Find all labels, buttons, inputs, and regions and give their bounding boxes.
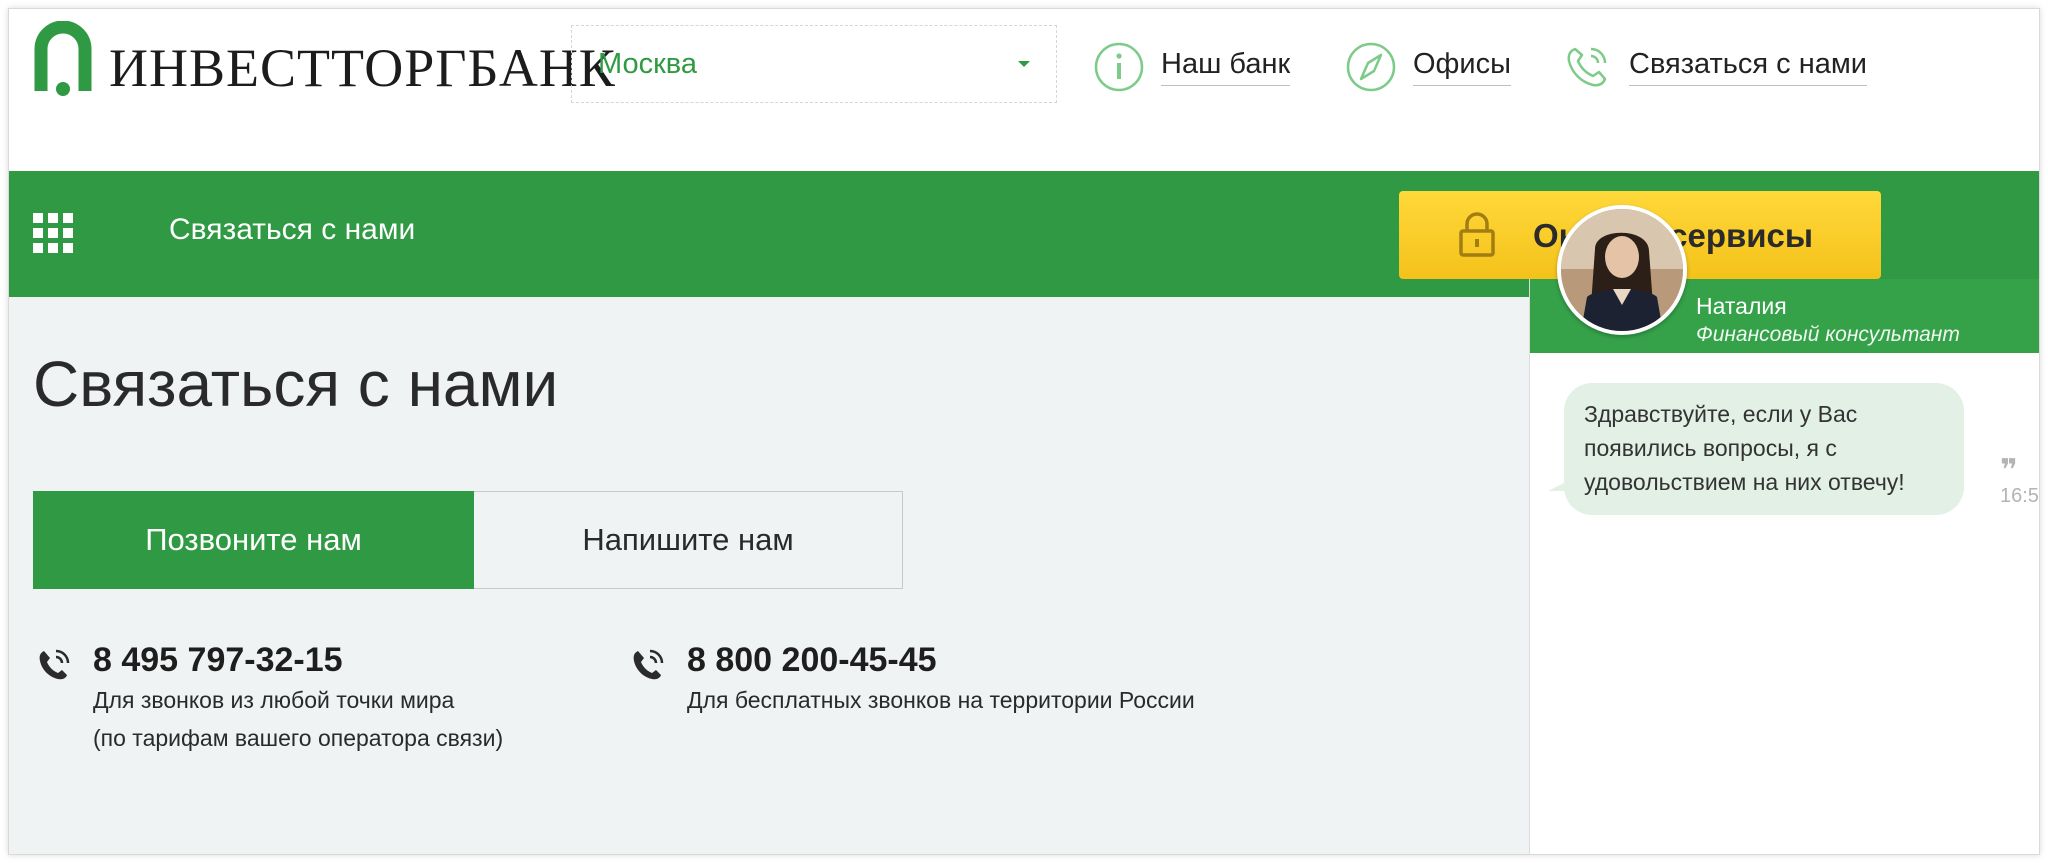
lock-icon <box>1459 212 1495 257</box>
phone-description: Для бесплатных звонков на территории Рос… <box>687 687 1195 714</box>
nav-label-offices: Офисы <box>1413 48 1511 87</box>
nav-item-offices[interactable]: Офисы <box>1345 37 1511 97</box>
nav-label-contact-us: Связаться с нами <box>1629 48 1868 87</box>
tab-write-us[interactable]: Напишите нам <box>474 491 903 589</box>
site-header: ИНВЕСТТОРГБАНК Москва Наш банк Офисы Свя… <box>9 9 2039 171</box>
message-timestamp: 16:52 <box>2000 485 2039 507</box>
info-icon <box>1094 42 1144 92</box>
logo-mark-icon <box>34 21 92 96</box>
read-receipt-icon: ❞ <box>2000 454 2018 487</box>
chevron-down-icon <box>1018 61 1030 67</box>
contact-tabs: Позвоните нам Напишите нам <box>33 491 903 589</box>
logo-text: ИНВЕСТТОРГБАНК <box>109 38 616 98</box>
tab-call-us[interactable]: Позвоните нам <box>33 491 474 589</box>
city-select[interactable]: Москва <box>571 25 1057 103</box>
phone-contact-intl: 8 495 797-32-15 Для звонков из любой точ… <box>35 641 504 755</box>
menu-grid-icon[interactable] <box>33 213 73 253</box>
phone-description: Для звонков из любой точки мира <box>93 687 455 714</box>
agent-photo <box>1561 209 1683 331</box>
agent-role: Финансовый консультант <box>1696 323 1960 346</box>
agent-avatar[interactable] <box>1557 205 1687 335</box>
breadcrumb-section-title[interactable]: Связаться с нами <box>169 213 415 247</box>
chat-widget: Наталия Финансовый консультант Здравству… <box>1529 279 2039 854</box>
nav-item-about-bank[interactable]: Наш банк <box>1093 37 1291 97</box>
nav-label-about-bank: Наш банк <box>1161 48 1291 87</box>
city-value: Москва <box>598 47 698 80</box>
phone-contact-free: 8 800 200-45-45 Для бесплатных звонков н… <box>629 641 1195 717</box>
phone-icon <box>1567 47 1607 87</box>
browser-page: ИНВЕСТТОРГБАНК Москва Наш банк Офисы Свя… <box>8 8 2040 855</box>
phone-icon <box>39 649 70 680</box>
phone-number[interactable]: 8 800 200-45-45 <box>687 641 1195 679</box>
agent-name: Наталия <box>1696 293 1787 319</box>
compass-icon <box>1346 42 1396 92</box>
bank-logo[interactable]: ИНВЕСТТОРГБАНК <box>33 21 616 101</box>
chat-bubble-tail <box>1548 479 1572 491</box>
phone-icon <box>633 649 664 680</box>
nav-item-contact-us[interactable]: Связаться с нами <box>1561 37 1868 97</box>
main-content: Связаться с нами Позвоните нам Напишите … <box>9 297 1529 854</box>
phone-description-note: (по тарифам вашего оператора связи) <box>93 725 504 752</box>
phone-number[interactable]: 8 495 797-32-15 <box>93 641 503 679</box>
page-title: Связаться с нами <box>33 348 559 420</box>
chat-message-bubble: Здравствуйте, если у Вас появились вопро… <box>1564 383 1964 515</box>
